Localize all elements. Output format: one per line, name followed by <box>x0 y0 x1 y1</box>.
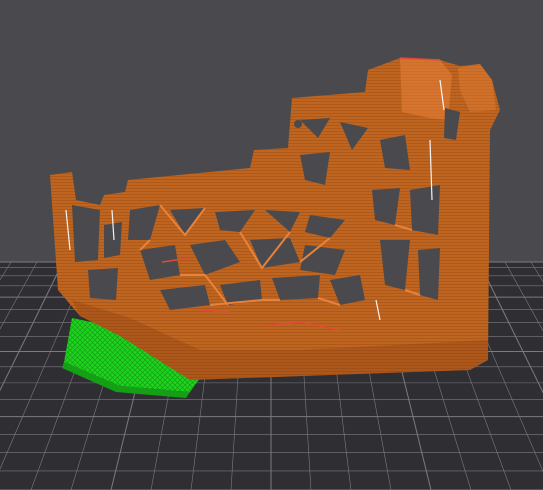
sliced-model-scene[interactable] <box>0 0 543 490</box>
sliced-part <box>50 57 500 380</box>
3d-preview-viewport[interactable] <box>0 0 543 490</box>
